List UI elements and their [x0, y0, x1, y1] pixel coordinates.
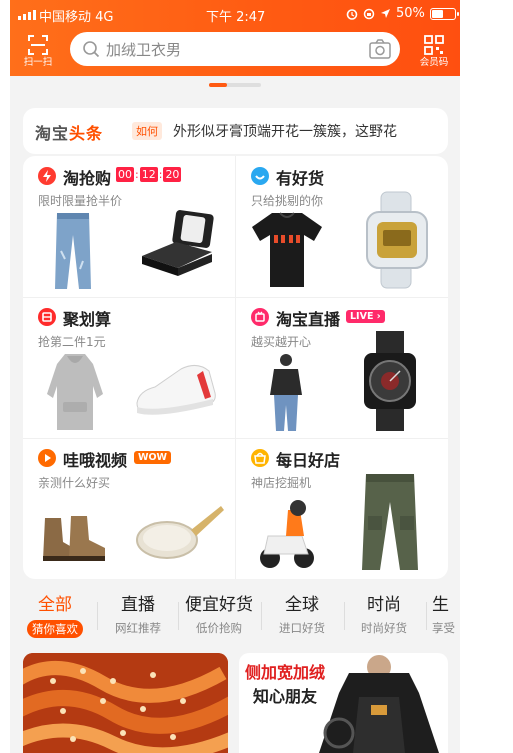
tab-life[interactable]: 生 享受: [432, 590, 460, 636]
feed-item-jacket[interactable]: 侧加宽加绒 知心朋友: [239, 653, 448, 753]
member-code-icon: [424, 35, 444, 55]
status-bar: 中国移动 4G 下午 2:47 50%: [10, 0, 460, 30]
feature-title: 聚划算: [63, 310, 112, 329]
member-code-label: 会员码: [419, 57, 449, 68]
tab-title: 直播: [121, 595, 155, 615]
tab-live[interactable]: 直播 网红推荐: [99, 590, 177, 636]
feature-subtitle: 只给挑剔的你: [251, 194, 324, 208]
cargo-pants-image[interactable]: [360, 472, 420, 572]
system-icons: 50%: [346, 6, 459, 21]
tab-global[interactable]: 全球 进口好货: [263, 590, 341, 636]
countdown-hours: 00: [116, 167, 134, 182]
tab-subtitle: 享受: [432, 621, 455, 635]
promo-subtext: 知心朋友: [253, 687, 318, 706]
feed-item-squid[interactable]: [23, 653, 228, 753]
scan-label: 扫一扫: [23, 57, 53, 68]
tab-title: 便宜好货: [185, 595, 253, 615]
feature-title: 有好货: [276, 169, 325, 188]
ju-icon: [38, 308, 56, 326]
feature-good-goods[interactable]: 有好货 只给挑剔的你: [236, 156, 448, 297]
feature-taobao-live[interactable]: 淘宝直播 LIVE › 越买越开心: [236, 297, 448, 438]
category-tabs: 全部 猜你喜欢 直播 网红推荐 便宜好货 低价抢购 全球 进口好货 时尚 时尚好…: [10, 590, 460, 640]
page-margin: [460, 0, 513, 753]
phone-screen: 中国移动 4G 下午 2:47 50% 扫一扫 加绒卫衣男 会员码 淘宝头条 如…: [10, 0, 460, 753]
tab-subtitle: 进口好货: [279, 621, 325, 635]
windproof-jacket-image: [319, 655, 439, 753]
mechanical-watch-image[interactable]: [360, 329, 420, 433]
signal-icon: [18, 10, 36, 20]
feature-subtitle: 抢第二件1元: [38, 335, 106, 349]
alarm-icon: [346, 8, 358, 20]
top-header: 中国移动 4G 下午 2:47 50% 扫一扫 加绒卫衣男 会员码: [10, 0, 460, 76]
tab-cheap-goods[interactable]: 便宜好货 低价抢购: [180, 590, 258, 636]
carrier-label: 中国移动 4G: [39, 10, 114, 25]
tab-title: 生: [432, 595, 449, 615]
feature-title: 淘宝直播: [276, 310, 341, 329]
scan-icon: [28, 35, 48, 55]
feature-subtitle: 限时限量抢半价: [38, 194, 123, 208]
outfit-image[interactable]: [266, 353, 306, 433]
feature-title: 哇哦视频: [63, 451, 128, 470]
battery-percent: 50%: [396, 6, 425, 21]
search-icon: [83, 41, 100, 58]
boots-image[interactable]: [41, 508, 113, 564]
tab-all[interactable]: 全部 猜你喜欢: [16, 590, 94, 638]
member-code-button[interactable]: 会员码: [414, 32, 454, 70]
smile-icon: [251, 167, 269, 185]
location-icon: [381, 9, 390, 18]
rotation-lock-icon: [363, 8, 375, 19]
shop-icon: [251, 449, 269, 467]
countdown-minutes: 12: [139, 167, 158, 182]
kids-motorcycle-image[interactable]: [258, 496, 316, 572]
tshirt-image[interactable]: [250, 211, 324, 289]
gold-watch-image[interactable]: [361, 190, 433, 290]
countdown-timer: 00:12:20: [116, 167, 182, 182]
taobao-headline-card[interactable]: 淘宝头条 如何 外形似牙膏顶端开花一簇簇，这野花: [23, 108, 448, 154]
banner-page-indicator: [209, 83, 261, 87]
power-bank-image[interactable]: [138, 208, 218, 283]
live-icon: [251, 308, 269, 326]
feature-daily-shop[interactable]: 每日好店 神店挖掘机: [236, 438, 448, 579]
tab-title: 全部: [38, 595, 72, 615]
play-icon: [38, 449, 56, 467]
headline-tag: 如何: [132, 122, 162, 140]
search-input[interactable]: 加绒卫衣男: [70, 32, 400, 66]
tab-subtitle: 低价抢购: [196, 621, 242, 635]
countdown-seconds: 20: [163, 167, 182, 182]
feature-ju-hua-suan[interactable]: 聚划算 抢第二件1元: [23, 297, 235, 438]
tab-title: 全球: [285, 595, 319, 615]
wow-tag: WOW: [134, 451, 172, 464]
tab-fashion[interactable]: 时尚 时尚好货: [345, 590, 423, 636]
feature-subtitle: 越买越开心: [251, 335, 312, 349]
tab-subtitle: 网红推荐: [115, 621, 161, 635]
battery-icon: [429, 7, 459, 20]
white-sneaker-image[interactable]: [133, 357, 221, 423]
headline-text[interactable]: 外形似牙膏顶端开花一簇簇，这野花: [173, 121, 397, 141]
clock: 下午 2:47: [206, 10, 266, 25]
feature-grid: 淘抢购 00:12:20 限时限量抢半价 有好货 只给挑剔的你 聚划算 抢第二件…: [23, 156, 448, 579]
hoodie-image[interactable]: [45, 352, 105, 432]
search-placeholder: 加绒卫衣男: [106, 41, 182, 59]
scan-button[interactable]: 扫一扫: [18, 32, 58, 70]
feature-subtitle: 亲测什么好买: [38, 476, 111, 490]
frying-pan-image[interactable]: [135, 500, 225, 564]
feature-wow-video[interactable]: 哇哦视频 WOW 亲测什么好买: [23, 438, 235, 579]
jeans-image[interactable]: [53, 211, 93, 291]
grilled-squid-image: [23, 653, 228, 753]
feature-title: 每日好店: [276, 451, 341, 470]
live-tag: LIVE ›: [346, 310, 385, 323]
feature-title: 淘抢购: [63, 169, 112, 188]
headline-logo: 淘宝头条: [35, 124, 104, 143]
tab-subtitle: 时尚好货: [361, 621, 407, 635]
tab-title: 时尚: [367, 595, 401, 615]
tab-subtitle: 猜你喜欢: [27, 620, 83, 638]
feature-flash-sale[interactable]: 淘抢购 00:12:20 限时限量抢半价: [23, 156, 235, 297]
lightning-icon: [38, 167, 56, 185]
feature-subtitle: 神店挖掘机: [251, 476, 312, 490]
camera-icon[interactable]: [368, 38, 392, 60]
